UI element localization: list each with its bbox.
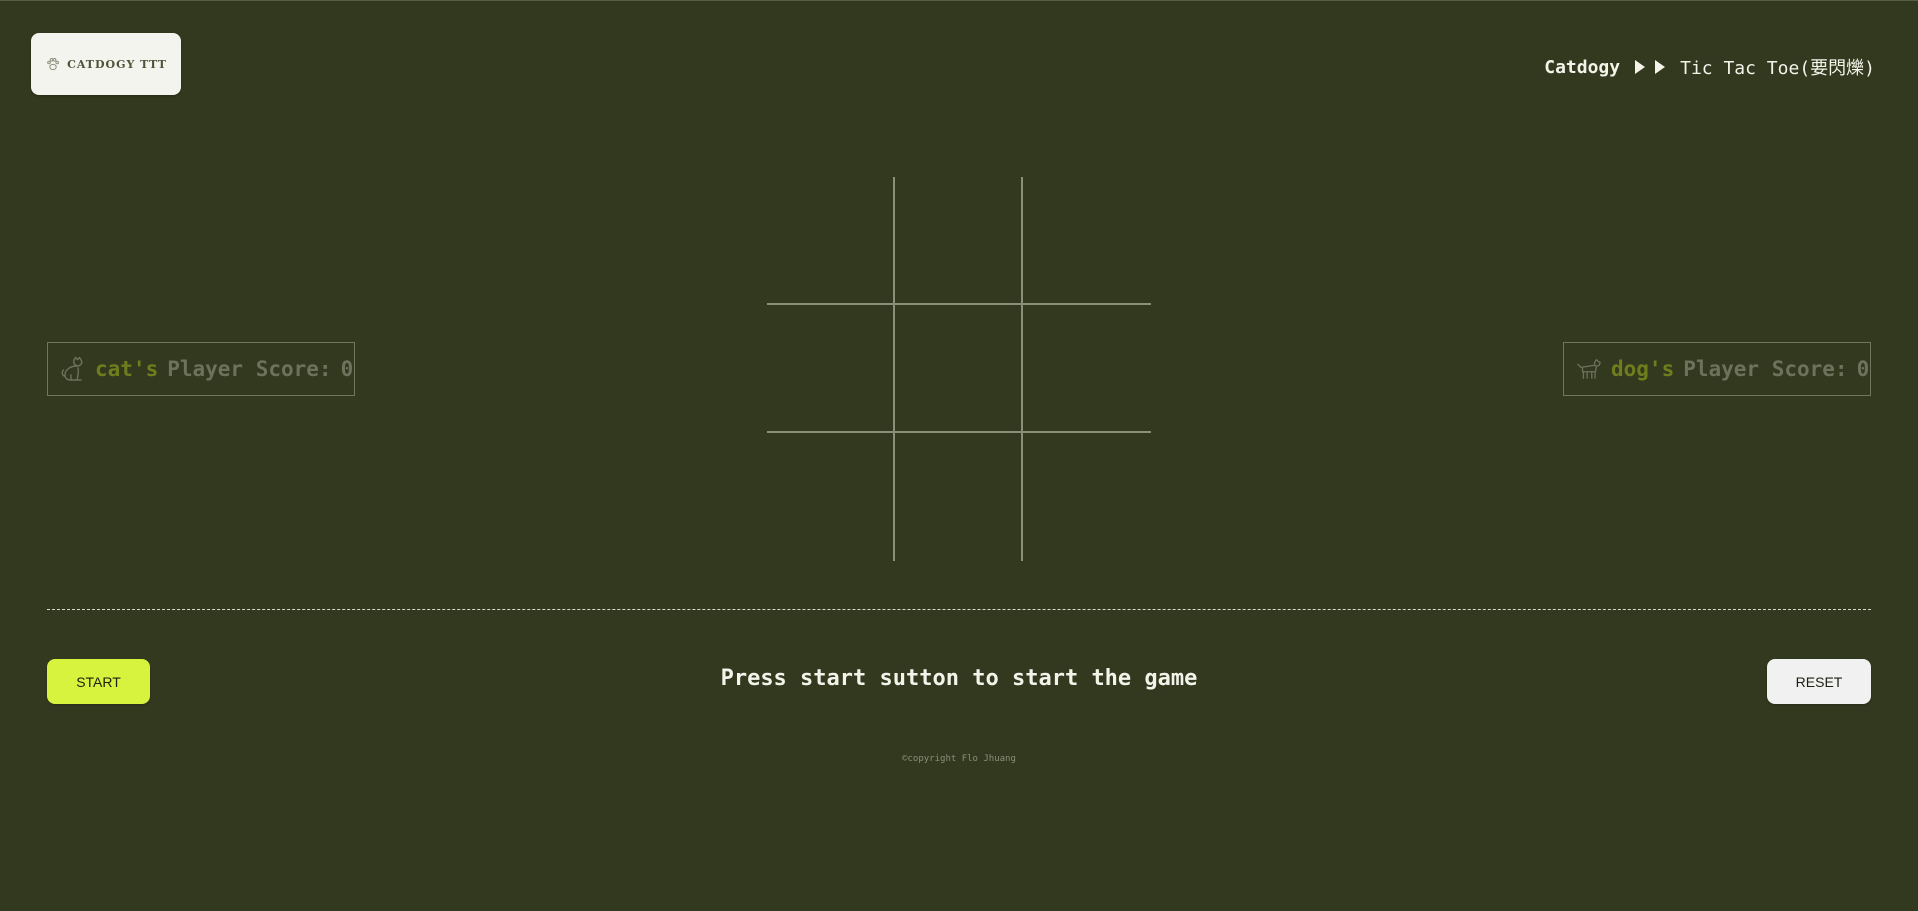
paw-icon bbox=[45, 56, 61, 72]
board-cell[interactable] bbox=[1023, 305, 1151, 433]
board-cell[interactable] bbox=[1023, 177, 1151, 305]
divider bbox=[47, 609, 1871, 610]
logo-text: CATDOGY TTT bbox=[67, 57, 167, 71]
dog-score-label: Player Score: bbox=[1683, 357, 1848, 381]
reset-button[interactable]: RESET bbox=[1767, 659, 1871, 704]
copyright-footer: ©copyright Flo Jhuang bbox=[902, 754, 1016, 764]
game-board bbox=[767, 177, 1151, 561]
breadcrumb-home[interactable]: Catdogy bbox=[1544, 57, 1620, 78]
breadcrumb: Catdogy Tic Tac Toe(要閃爍) bbox=[1544, 51, 1875, 83]
dog-score-panel: dog's Player Score: 0 bbox=[1563, 342, 1871, 396]
cat-score-value: 0 bbox=[340, 357, 354, 381]
board-cell[interactable] bbox=[1023, 433, 1151, 561]
board-cell[interactable] bbox=[895, 305, 1023, 433]
breadcrumb-current: Tic Tac Toe(要閃爍) bbox=[1680, 58, 1875, 79]
status-message: Press start sutton to start the game bbox=[720, 666, 1198, 691]
dog-player-name: dog's bbox=[1611, 357, 1675, 381]
dog-icon bbox=[1576, 356, 1602, 382]
cat-score-panel: cat's Player Score: 0 bbox=[47, 342, 355, 396]
dog-score-value: 0 bbox=[1856, 357, 1870, 381]
logo[interactable]: CATDOGY TTT bbox=[31, 33, 181, 95]
board-cell[interactable] bbox=[895, 177, 1023, 305]
board-cell[interactable] bbox=[767, 177, 895, 305]
board-cell[interactable] bbox=[767, 305, 895, 433]
cat-score-label: Player Score: bbox=[167, 357, 332, 381]
cat-player-name: cat's bbox=[95, 357, 159, 381]
cat-icon bbox=[60, 356, 86, 382]
board-cell[interactable] bbox=[895, 433, 1023, 561]
play-arrows-icon bbox=[1634, 59, 1666, 75]
board-cell[interactable] bbox=[767, 433, 895, 561]
